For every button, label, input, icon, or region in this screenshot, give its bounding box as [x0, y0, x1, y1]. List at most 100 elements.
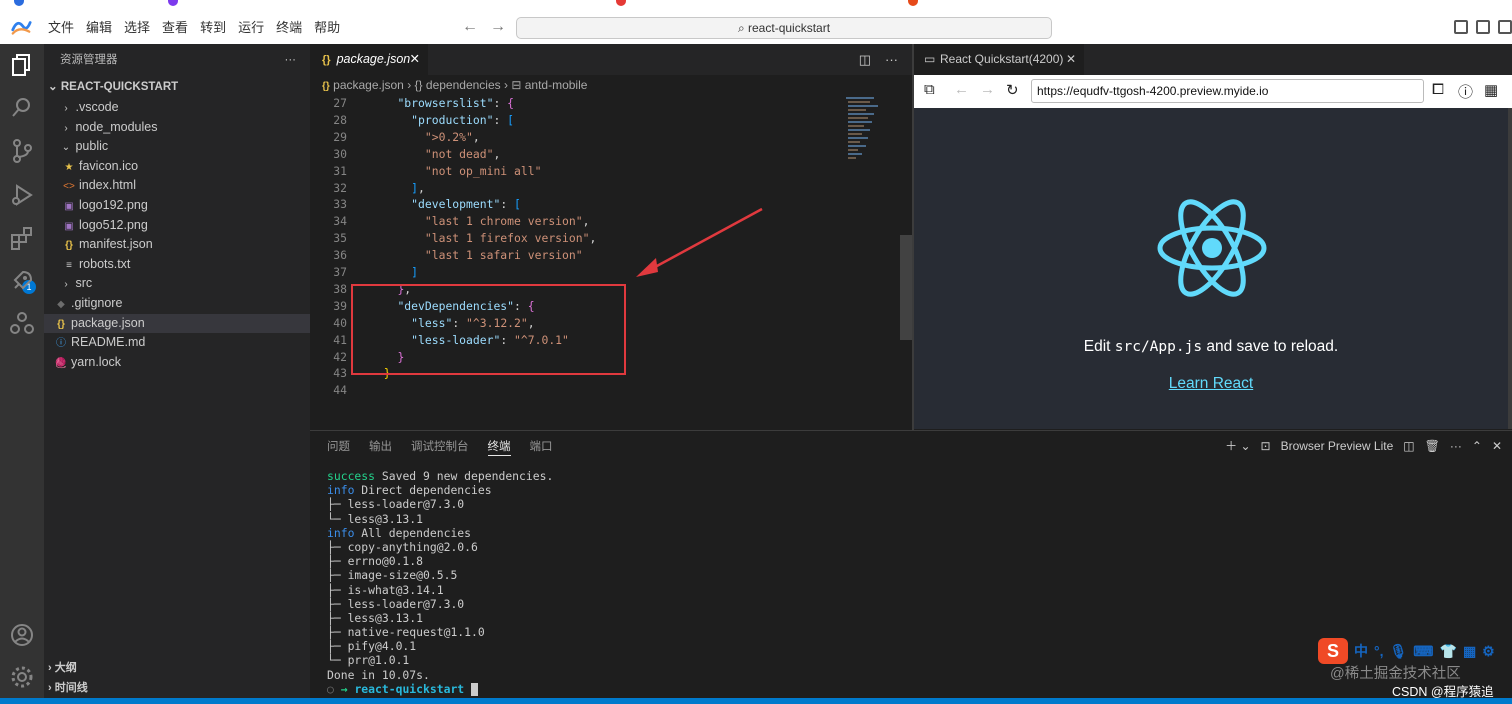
split-terminal-icon[interactable]: ◫	[1403, 439, 1414, 453]
tree-item-manifest[interactable]: {} manifest.json	[44, 235, 310, 255]
keyboard-icon[interactable]: ⌨	[1413, 643, 1433, 660]
editor-scrollbar[interactable]	[900, 235, 912, 340]
command-center-search[interactable]: ⌕ react-quickstart	[516, 17, 1052, 39]
menu-file[interactable]: 文件	[42, 12, 80, 44]
tree-item-public[interactable]: ⌄ public	[44, 137, 310, 157]
close-icon[interactable]: ✕	[1066, 44, 1076, 75]
forward-arrow-icon[interactable]: →	[490, 18, 506, 36]
breadcrumb-file[interactable]: package.json	[333, 78, 404, 92]
preview-scrollbar[interactable]	[1508, 108, 1512, 429]
code-line[interactable]: 27 "browserslist": {	[310, 95, 514, 112]
tree-item-logo512[interactable]: ▣ logo512.png	[44, 216, 310, 236]
more-actions-icon[interactable]: ···	[1450, 439, 1462, 453]
close-icon[interactable]: ✕	[1492, 439, 1502, 453]
more-actions-icon[interactable]: ···	[885, 44, 898, 75]
terminal-name[interactable]: Browser Preview Lite	[1281, 439, 1394, 453]
timeline-section[interactable]: › 时间线	[44, 678, 310, 698]
account-icon[interactable]	[9, 622, 35, 648]
toggle-panel-icon[interactable]	[1476, 20, 1490, 34]
tab-ports[interactable]: 端口	[530, 439, 553, 456]
settings-icon[interactable]: ⚙	[1482, 643, 1495, 660]
code-line[interactable]: 34 "last 1 chrome version",	[310, 213, 589, 230]
tree-item-gitignore[interactable]: ◆ .gitignore	[44, 294, 310, 314]
toggle-sidebar-icon[interactable]	[1454, 20, 1468, 34]
tree-item-label: package.json	[71, 315, 145, 330]
code-line[interactable]: 35 "last 1 firefox version",	[310, 230, 596, 247]
terminal-level: info	[327, 525, 355, 540]
tree-item-package-json[interactable]: {} package.json	[44, 313, 310, 334]
help-icon[interactable]: ⓘ	[1458, 81, 1473, 102]
menu-bar: 文件 编辑 选择 查看 转到 运行 终端 帮助	[42, 12, 346, 44]
menu-selection[interactable]: 选择	[118, 12, 156, 44]
tab-package-json[interactable]: {} package.json ✕	[310, 44, 428, 75]
menu-terminal[interactable]: 终端	[270, 12, 308, 44]
run-debug-icon[interactable]	[9, 182, 35, 208]
outline-section[interactable]: › 大纲	[44, 658, 310, 678]
ime-chinese-mode[interactable]: 中	[1354, 641, 1368, 661]
back-arrow-icon[interactable]: ←	[954, 81, 969, 98]
menu-goto[interactable]: 转到	[194, 12, 232, 44]
rocket-icon[interactable]	[9, 268, 35, 294]
code-line[interactable]: 28 "production": [	[310, 112, 514, 129]
breadcrumb-dependencies[interactable]: dependencies	[426, 78, 501, 92]
explorer-icon[interactable]	[9, 52, 35, 78]
terminal-prompt[interactable]: ○ → react-quickstart	[327, 682, 553, 696]
project-folder-header[interactable]: ⌄ REACT-QUICKSTART	[44, 76, 310, 98]
open-external-icon[interactable]: ⧉	[924, 81, 935, 98]
code-line[interactable]: 29 ">0.2%",	[310, 129, 479, 146]
qr-code-icon[interactable]: ▦	[1484, 81, 1498, 99]
url-input[interactable]: https://equdfv-ttgosh-4200.preview.myide…	[1031, 79, 1424, 103]
tree-item-logo192[interactable]: ▣ logo192.png	[44, 196, 310, 216]
microphone-icon[interactable]: 🎙	[1390, 643, 1408, 660]
close-icon[interactable]: ✕	[410, 44, 420, 75]
reload-icon[interactable]: ↻	[1006, 81, 1019, 99]
toggle-secondary-sidebar-icon[interactable]	[1498, 20, 1512, 34]
code-line[interactable]: 44	[310, 382, 370, 399]
code-editor[interactable]: 27 "browserslist": {28 "production": [29…	[310, 95, 900, 429]
menu-help[interactable]: 帮助	[308, 12, 346, 44]
tab-react-quickstart-preview[interactable]: ▭ React Quickstart(4200) ✕	[914, 44, 1084, 75]
code-line[interactable]: 30 "not dead",	[310, 146, 500, 163]
tree-item-favicon[interactable]: ★ favicon.ico	[44, 157, 310, 177]
tab-output[interactable]: 输出	[369, 439, 392, 456]
code-line[interactable]: 32 ],	[310, 180, 425, 197]
tree-item-vscode[interactable]: › .vscode	[44, 98, 310, 118]
chevron-up-icon[interactable]: ⌃	[1472, 439, 1482, 453]
code-line[interactable]: 31 "not op_mini all"	[310, 163, 541, 180]
ime-toolbar: S 中 °, 🎙 ⌨ 👕 ▦ ⚙	[1318, 638, 1495, 664]
code-line[interactable]: 33 "development": [	[310, 196, 521, 213]
menu-edit[interactable]: 编辑	[80, 12, 118, 44]
cloud-nodes-icon[interactable]	[9, 310, 35, 336]
minimap[interactable]	[844, 95, 894, 165]
tab-problems[interactable]: 问题	[327, 439, 350, 456]
add-terminal-icon[interactable]: ＋ ⌄	[1225, 437, 1250, 454]
back-arrow-icon[interactable]: ←	[462, 18, 478, 36]
search-icon[interactable]	[9, 94, 35, 120]
code-line[interactable]: 36 "last 1 safari version"	[310, 247, 582, 264]
forward-arrow-icon[interactable]: →	[980, 81, 995, 98]
tree-item-src[interactable]: › src	[44, 274, 310, 294]
code-line[interactable]: 37 ]	[310, 264, 418, 281]
split-editor-icon[interactable]: ◫	[859, 44, 871, 75]
menu-run[interactable]: 运行	[232, 12, 270, 44]
tree-item-yarn-lock[interactable]: 🧶 yarn.lock	[44, 353, 310, 373]
tab-terminal[interactable]: 终端	[487, 439, 511, 456]
skin-icon[interactable]: 👕	[1440, 643, 1457, 660]
tree-item-readme[interactable]: ⓘ README.md	[44, 333, 310, 353]
more-actions-icon[interactable]: ···	[285, 44, 297, 76]
settings-gear-icon[interactable]	[9, 664, 35, 690]
terminal-output[interactable]: success Saved 9 new dependencies. info Di…	[327, 469, 553, 696]
menu-view[interactable]: 查看	[156, 12, 194, 44]
tree-item-index-html[interactable]: <> index.html	[44, 176, 310, 196]
learn-react-link[interactable]: Learn React	[914, 375, 1508, 393]
punctuation-icon[interactable]: °,	[1374, 643, 1384, 659]
extensions-icon[interactable]	[9, 226, 35, 252]
breadcrumb-antd-mobile[interactable]: antd-mobile	[525, 78, 588, 92]
tab-debug-console[interactable]: 调试控制台	[411, 439, 469, 456]
source-control-icon[interactable]	[9, 138, 35, 164]
grid-icon[interactable]: ▦	[1463, 643, 1476, 660]
trash-icon[interactable]: 🗑	[1425, 439, 1440, 453]
device-icon[interactable]: ⧠	[1432, 81, 1444, 98]
tree-item-node-modules[interactable]: › node_modules	[44, 118, 310, 138]
tree-item-robots[interactable]: ≡ robots.txt	[44, 255, 310, 275]
